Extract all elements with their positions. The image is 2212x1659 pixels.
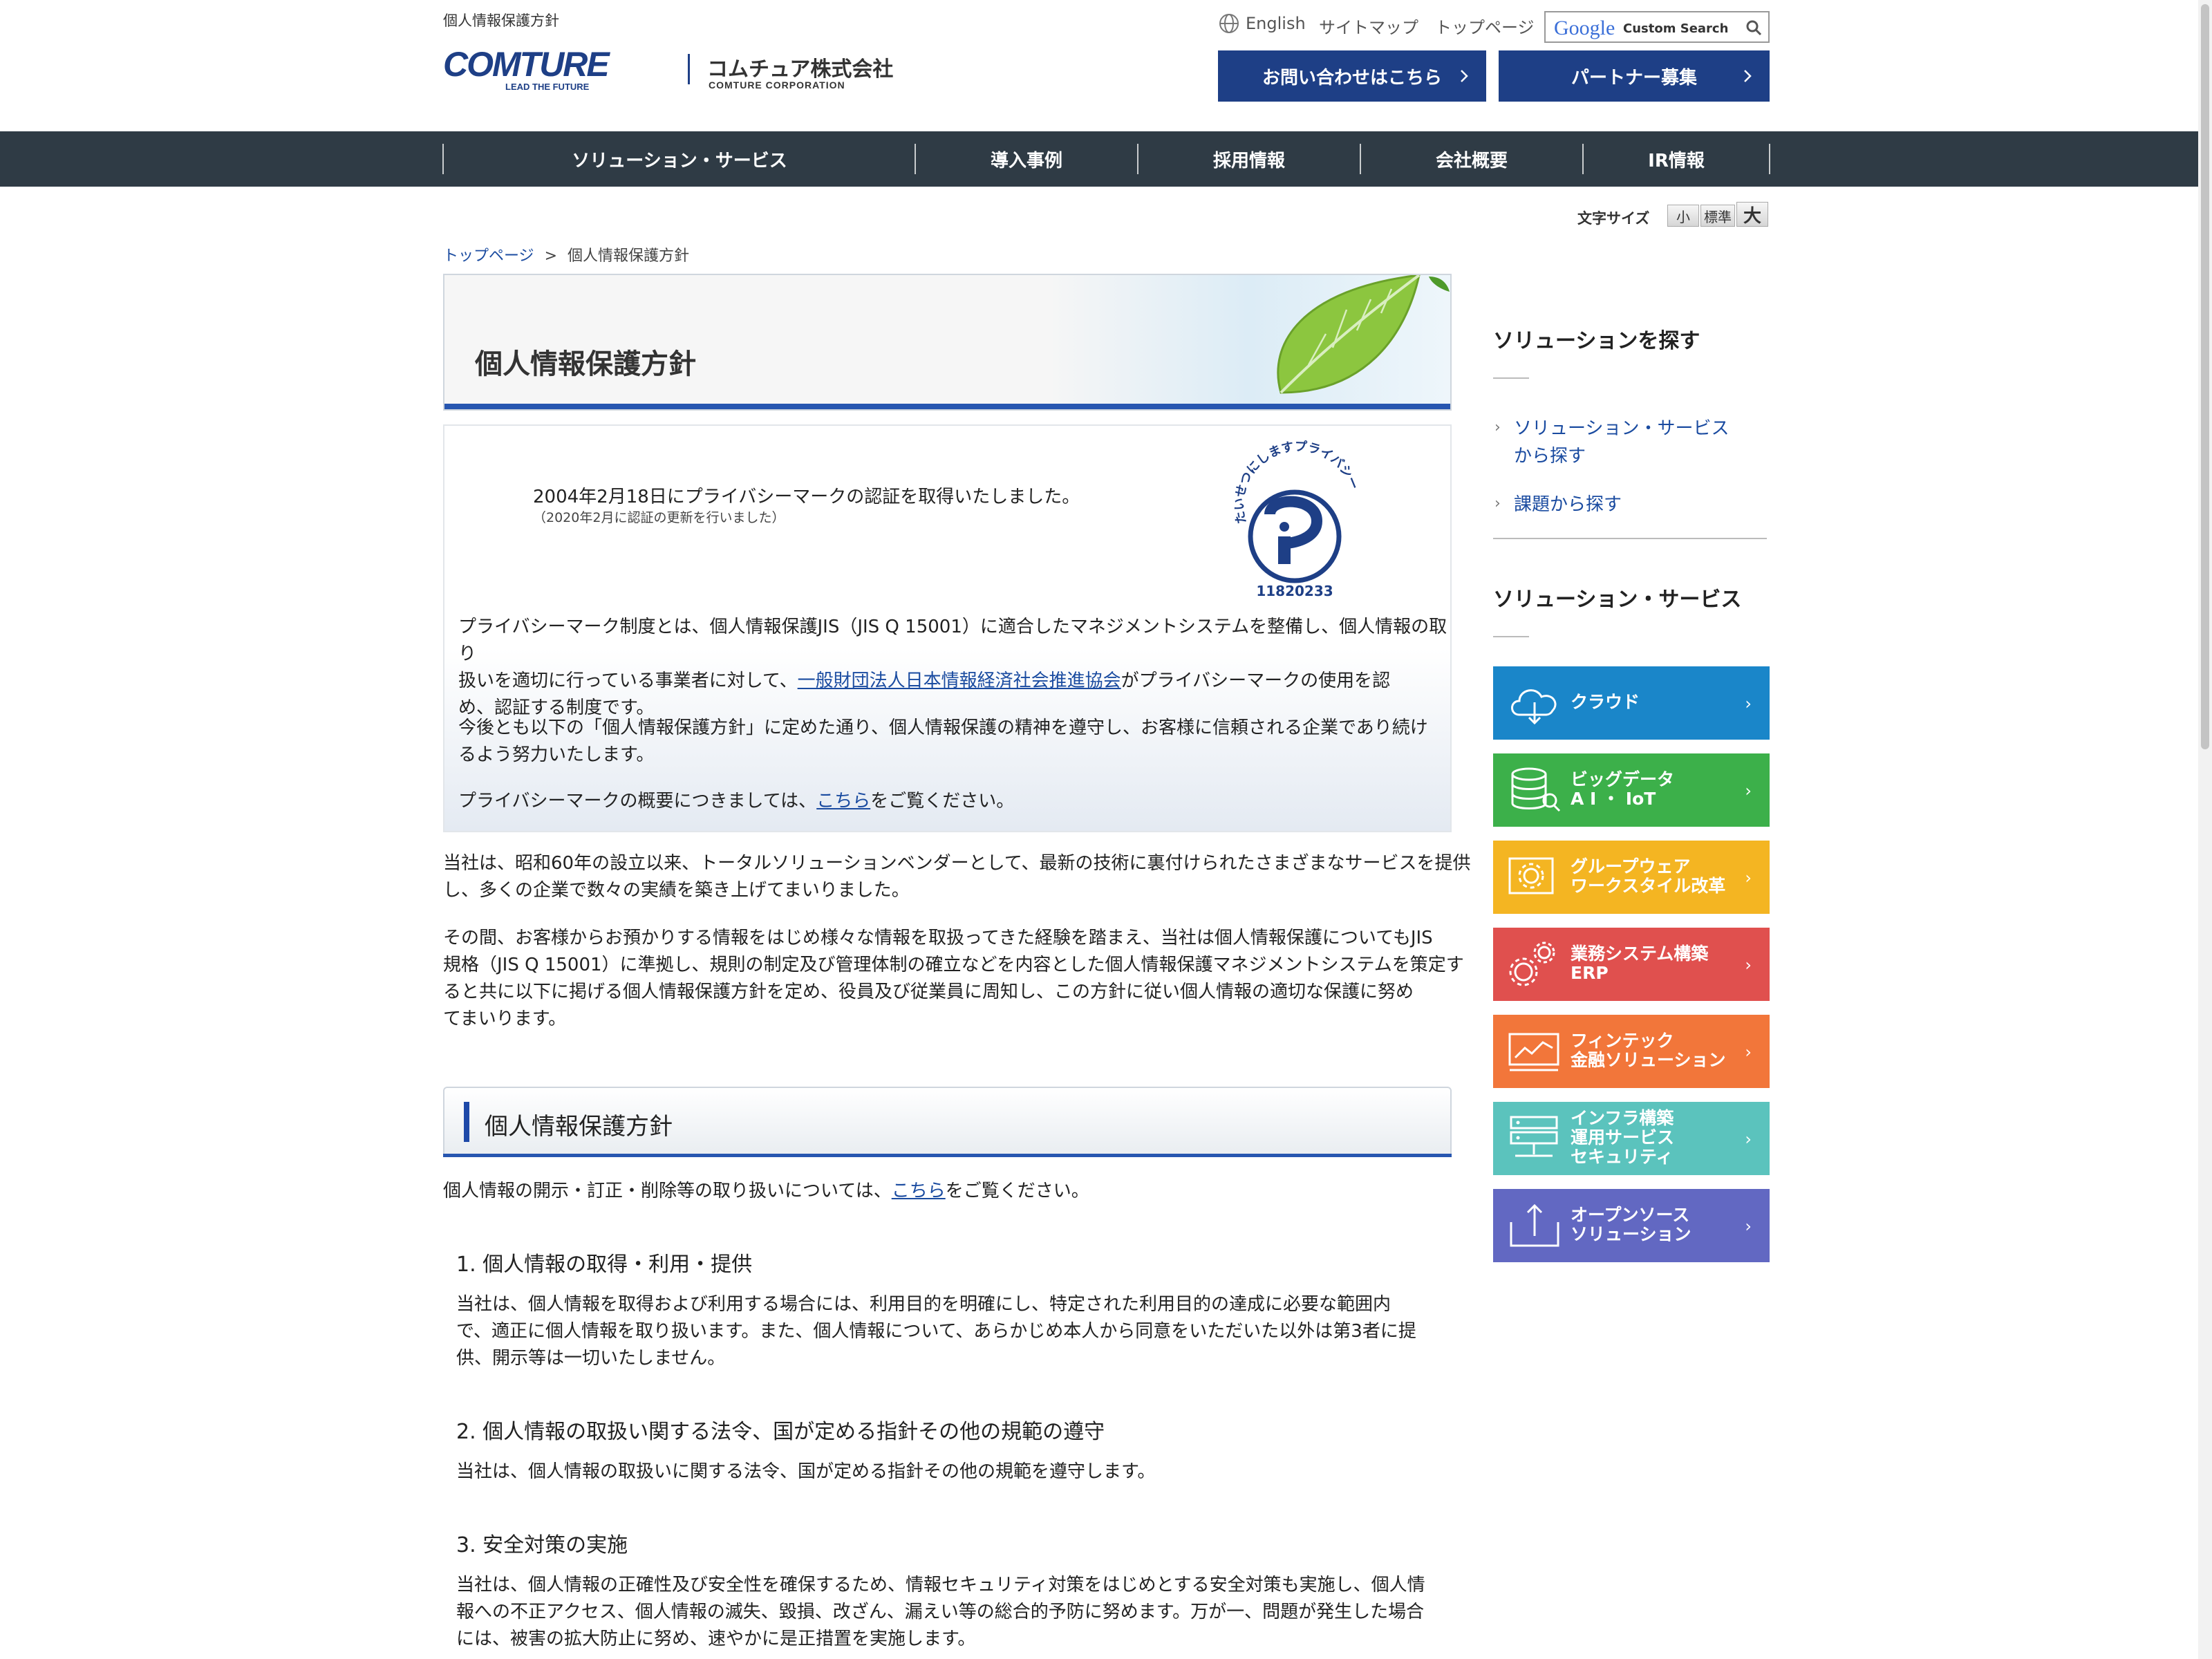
english-link[interactable]: English	[1246, 14, 1306, 33]
tile-cloud[interactable]: クラウド ›	[1493, 666, 1770, 740]
font-size-large-button[interactable]: 大	[1736, 202, 1768, 227]
tile-bigdata[interactable]: ビッグデータ A I ・ IoT ›	[1493, 753, 1770, 827]
policy-item-1-body: 当社は、個人情報を取得および利用する場合には、利用目的を明確にし、特定された利用…	[456, 1294, 1416, 1369]
breadcrumb-separator: >	[544, 247, 557, 265]
privacy-mark-box: 2004年2月18日にプライバシーマークの認証を取得いたしました。 （2020年…	[443, 424, 1452, 832]
intro-paragraph-2: その間、お客様からお預かりする情報をはじめ様々な情報を取扱ってきた経験を踏まえ、…	[443, 928, 1464, 1029]
policy-item-2-heading: 2. 個人情報の取扱い関する法令、国が定める指針その他の規範の遵守	[456, 1420, 1105, 1444]
sidebar-link-by-service[interactable]: ソリューション・サービス から探す	[1514, 415, 1729, 470]
database-icon	[1511, 767, 1561, 812]
logo-main-text: COMTURE	[443, 48, 610, 84]
sidebar-link-by-issue[interactable]: 課題から探す	[1514, 491, 1622, 518]
logo-en-text: COMTURE CORPORATION	[709, 79, 845, 91]
comture-logo-mark: COMTURE LEAD THE FUTURE コムチュア株式会社 COMTUR…	[443, 45, 893, 92]
page-title-banner: 個人情報保護方針	[443, 274, 1452, 411]
privacy-mark-description: プライバシーマーク制度とは、個人情報保護JIS（JIS Q 15001）に適合し…	[458, 617, 1447, 718]
renewal-line: （2020年2月に認証の更新を行いました）	[533, 510, 785, 525]
disclosure-text: 個人情報の開示・訂正・削除等の取り扱いについては、こちらをご覧ください。	[443, 1181, 1089, 1201]
contact-button[interactable]: お問い合わせはこちら	[1218, 50, 1486, 102]
top-page-link[interactable]: トップページ	[1435, 14, 1535, 38]
custom-search-input[interactable]: Google Custom Search	[1544, 11, 1770, 43]
font-size-small-button[interactable]: 小	[1667, 205, 1699, 227]
globe-icon[interactable]	[1218, 12, 1240, 37]
page-title: 個人情報保護方針	[475, 348, 696, 380]
partner-button[interactable]: パートナー募集	[1499, 50, 1770, 102]
tile-infrastructure[interactable]: インフラ構築 運用サービス セキュリティ ›	[1493, 1102, 1770, 1175]
google-logo: Google	[1554, 17, 1615, 39]
server-icon	[1510, 1116, 1558, 1157]
policy-item-3-heading: 3. 安全対策の実施	[456, 1533, 628, 1557]
logo-sub-text: LEAD THE FUTURE	[505, 82, 590, 92]
policy-section-heading: 個人情報保護方針	[443, 1087, 1452, 1157]
intro-paragraph-1: 当社は、昭和60年の設立以来、トータルソリューションベンダーとして、最新の技術に…	[443, 853, 1471, 901]
font-size-label: 文字サイズ	[1577, 210, 1650, 227]
leaf-tip-icon	[1429, 276, 1450, 292]
nav-item-recruit[interactable]: 採用情報	[1138, 131, 1360, 187]
chevron-right-icon: ›	[1494, 495, 1501, 512]
privacy-mark-overview-link[interactable]: こちら	[816, 791, 870, 812]
policy-section-title: 個人情報保護方針	[485, 1113, 673, 1141]
breadcrumb: トップページ > 個人情報保護方針	[443, 243, 689, 265]
privacy-commitment-text: 今後とも以下の「個人情報保護方針」に定めた通り、個人情報保護の精神を遵守し、お客…	[458, 718, 1428, 765]
sidebar-divider	[1493, 538, 1767, 539]
sidebar-services-title: ソリューション・サービス	[1493, 588, 1742, 612]
chevron-right-icon: ›	[1494, 419, 1501, 436]
tile-fintech[interactable]: フィンテック 金融ソリューション ›	[1493, 1015, 1770, 1088]
gears-icon	[1509, 941, 1555, 986]
svg-text:11820233: 11820233	[1256, 583, 1333, 599]
chart-icon	[1508, 1033, 1559, 1071]
search-icon[interactable]	[1745, 19, 1763, 37]
leaf-icon	[1277, 275, 1421, 394]
cloud-icon	[1511, 689, 1557, 725]
nav-item-cases[interactable]: 導入事例	[916, 131, 1137, 187]
breadcrumb-current: 個人情報保護方針	[568, 247, 690, 265]
sidebar-find-title: ソリューションを探す	[1493, 329, 1700, 353]
tile-open-source[interactable]: オープンソース ソリューション ›	[1493, 1189, 1770, 1262]
comture-logo[interactable]: COMTURE LEAD THE FUTURE コムチュア株式会社 COMTUR…	[443, 45, 913, 93]
privacy-mark-logo: たいせつにしますプライバシー 11820233	[1226, 439, 1364, 608]
policy-item-1-heading: 1. 個人情報の取得・利用・提供	[456, 1253, 753, 1277]
scrollbar-thumb[interactable]	[2201, 4, 2209, 749]
privacy-mark-overview-text: プライバシーマークの概要につきましては、こちらをご覧ください。	[458, 791, 1015, 812]
chevron-right-icon	[1744, 70, 1752, 82]
upload-icon	[1510, 1203, 1559, 1247]
font-size-standard-button[interactable]: 標準	[1700, 205, 1735, 227]
nav-separator	[1769, 144, 1770, 174]
cert-line: 2004年2月18日にプライバシーマークの認証を取得いたしました。	[533, 487, 1080, 507]
sidebar-rule	[1493, 377, 1529, 379]
site-tagline: 個人情報保護方針	[443, 12, 559, 29]
logo-jp-text: コムチュア株式会社	[707, 57, 893, 82]
sitemap-link[interactable]: サイトマップ	[1319, 14, 1418, 38]
contact-button-label: お問い合わせはこちら	[1262, 67, 1442, 88]
svg-text:たいせつにしますプライバシー: たいせつにしますプライバシー	[1232, 440, 1362, 525]
breadcrumb-home-link[interactable]: トップページ	[443, 247, 534, 265]
tile-business-system[interactable]: 業務システム構築 ERP ›	[1493, 928, 1770, 1001]
nav-item-company[interactable]: 会社概要	[1361, 131, 1582, 187]
search-placeholder: Custom Search	[1623, 21, 1729, 36]
gear-icon	[1508, 857, 1554, 894]
tile-groupware[interactable]: グループウェア ワークスタイル改革 ›	[1493, 841, 1770, 914]
sidebar-rule	[1493, 636, 1529, 637]
jipdec-link[interactable]: 一般財団法人日本情報経済社会推進協会	[798, 671, 1121, 691]
partner-button-label: パートナー募集	[1571, 67, 1697, 88]
nav-item-solutions[interactable]: ソリューション・サービス	[444, 131, 915, 187]
chevron-right-icon	[1461, 70, 1468, 82]
policy-item-3-body: 当社は、個人情報の正確性及び安全性を確保するため、情報セキュリティ対策をはじめと…	[456, 1575, 1425, 1649]
policy-item-2-body: 当社は、個人情報の取扱いに関する法令、国が定める指針その他の規範を遵守します。	[456, 1461, 1156, 1482]
nav-item-ir[interactable]: IR情報	[1584, 131, 1769, 187]
disclosure-link[interactable]: こちら	[892, 1181, 946, 1201]
